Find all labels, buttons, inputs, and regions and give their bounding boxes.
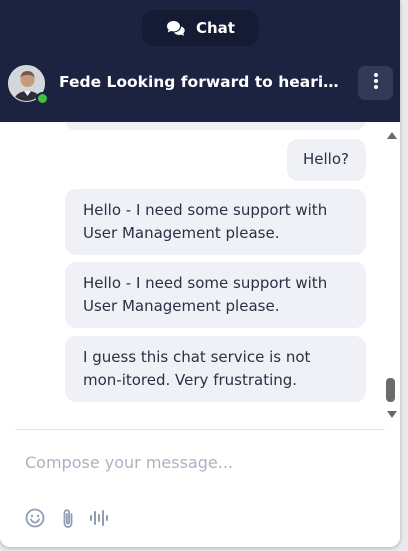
- compose-input[interactable]: [16, 444, 376, 480]
- emoji-button[interactable]: [24, 508, 46, 532]
- scroll-up-arrow-icon[interactable]: [387, 132, 397, 139]
- kebab-menu-icon: [373, 72, 379, 94]
- message-bubble: Hello - I need some support with User Ma…: [65, 189, 366, 255]
- emoji-icon: [25, 508, 45, 532]
- chat-widget: Chat Fede Looking forward to hearing … H…: [0, 0, 400, 547]
- scroll-thumb[interactable]: [386, 378, 395, 402]
- message-bubble-partial: [65, 122, 366, 130]
- menu-button[interactable]: [358, 66, 393, 100]
- tab-chat-label: Chat: [196, 19, 235, 37]
- paperclip-icon: [61, 508, 75, 533]
- message-bubble: I guess this chat service is not mon-ito…: [65, 336, 366, 402]
- chat-header: Chat Fede Looking forward to hearing …: [0, 0, 400, 122]
- composer-divider: [15, 429, 385, 430]
- online-status-indicator: [36, 92, 49, 105]
- voice-button[interactable]: [89, 509, 111, 531]
- voice-wave-icon: [89, 509, 111, 531]
- attach-button[interactable]: [59, 508, 77, 533]
- scroll-down-arrow-icon[interactable]: [387, 411, 397, 418]
- chat-bubbles-icon: [166, 20, 186, 37]
- message-list[interactable]: Hello? Hello - I need some support with …: [0, 122, 400, 426]
- message-bubble: Hello - I need some support with User Ma…: [65, 262, 366, 328]
- tab-chat[interactable]: Chat: [142, 10, 259, 46]
- message-scrollbar[interactable]: [383, 122, 400, 426]
- agent-title: Fede Looking forward to hearing …: [59, 73, 349, 91]
- message-bubble: Hello?: [287, 139, 366, 181]
